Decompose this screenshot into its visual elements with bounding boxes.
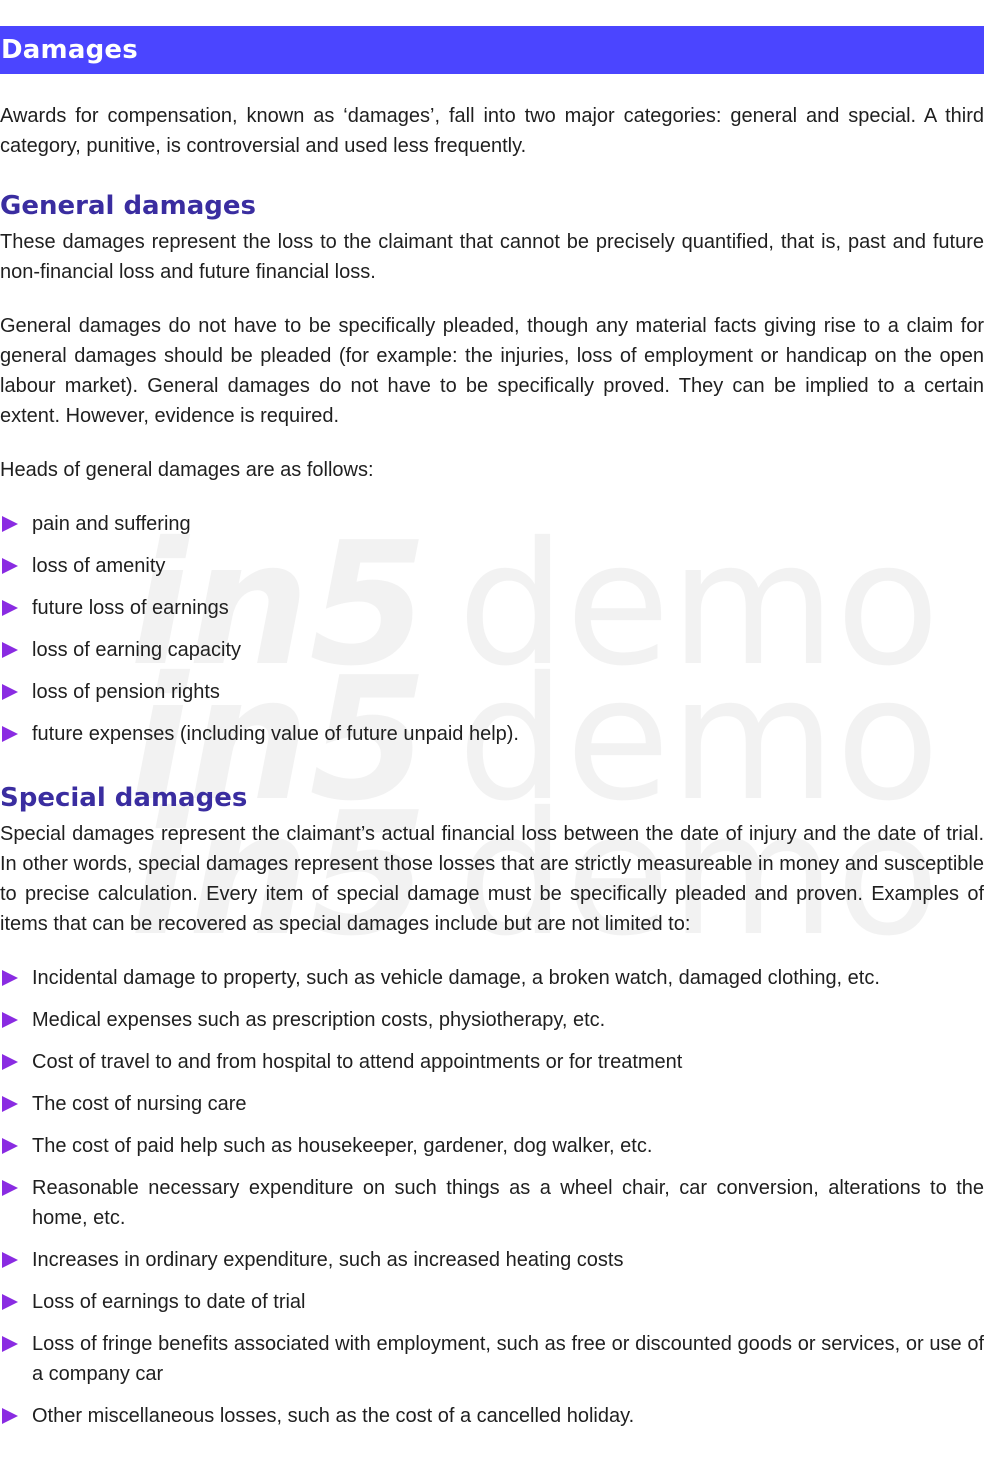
list-item: loss of earning capacity [0,635,984,665]
list-item: future expenses (including value of futu… [0,719,984,749]
list-item: Loss of fringe benefits associated with … [0,1329,984,1389]
triangle-bullet-icon [2,1180,18,1196]
list-item: The cost of paid help such as housekeepe… [0,1131,984,1161]
list-item: loss of pension rights [0,677,984,707]
list-item: Loss of earnings to date of trial [0,1287,984,1317]
page-title: Damages [1,35,138,65]
article-body: Awards for compensation, known as ‘damag… [0,101,984,1443]
triangle-bullet-icon [2,1336,18,1352]
general-heads-intro: Heads of general damages are as follows: [0,459,374,481]
triangle-bullet-icon [2,1012,18,1028]
triangle-bullet-icon [2,1054,18,1070]
triangle-bullet-icon [2,1294,18,1310]
list-item: The cost of nursing care [0,1089,984,1119]
list-item: future loss of earnings [0,593,984,623]
triangle-bullet-icon [2,1408,18,1424]
special-damages-list: Incidental damage to property, such as v… [0,963,984,1431]
list-item: Incidental damage to property, such as v… [0,963,984,993]
general-damages-heading: General damages [0,191,256,221]
triangle-bullet-icon [2,1096,18,1112]
list-item: Medical expenses such as prescription co… [0,1005,984,1035]
triangle-bullet-icon [2,1252,18,1268]
general-paragraph: These damages represent the loss to the … [0,231,984,283]
triangle-bullet-icon [2,1138,18,1154]
list-item: Other miscellaneous losses, such as the … [0,1401,984,1431]
triangle-bullet-icon [2,970,18,986]
list-item: Increases in ordinary expenditure, such … [0,1245,984,1275]
list-item: Reasonable necessary expenditure on such… [0,1173,984,1233]
triangle-bullet-icon [2,642,18,658]
triangle-bullet-icon [2,600,18,616]
special-damages-heading: Special damages [0,783,248,813]
triangle-bullet-icon [2,684,18,700]
triangle-bullet-icon [2,516,18,532]
list-item: pain and suffering [0,509,984,539]
triangle-bullet-icon [2,558,18,574]
special-paragraph: Special damages represent the claimant’s… [0,823,984,935]
general-damages-list: pain and suffering loss of amenity futur… [0,509,984,749]
general-paragraph: General damages do not have to be specif… [0,315,984,427]
title-banner: Damages [0,26,984,74]
list-item: loss of amenity [0,551,984,581]
list-item: Cost of travel to and from hospital to a… [0,1047,984,1077]
triangle-bullet-icon [2,726,18,742]
intro-paragraph: Awards for compensation, known as ‘damag… [0,105,984,157]
